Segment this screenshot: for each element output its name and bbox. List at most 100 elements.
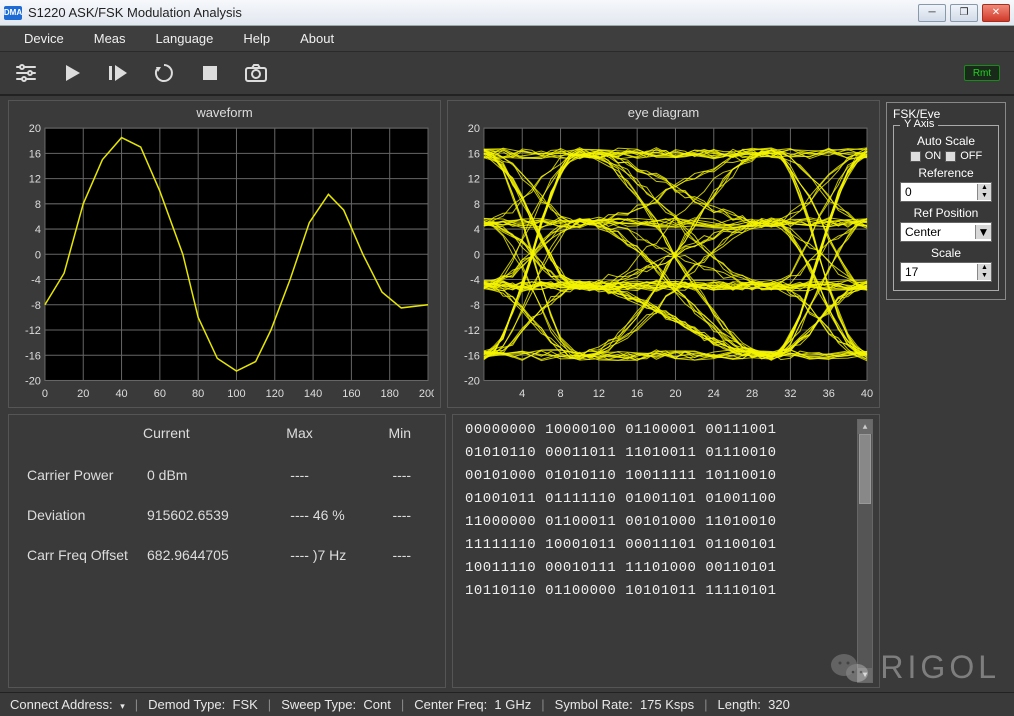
waveform-panel: waveform 020406080100120140160180200-20-… (8, 100, 441, 408)
stats-panel: Current Max Min Carrier Power 0 dBm ----… (8, 414, 446, 688)
status-center-value: 1 GHz (494, 697, 531, 712)
toolbar: Rmt (0, 52, 1014, 96)
svg-text:32: 32 (784, 388, 796, 400)
stats-row-label: Carr Freq Offset (23, 535, 143, 575)
bits-panel: 00000000 10000100 01100001 00111001 0101… (452, 414, 880, 688)
svg-text:-12: -12 (464, 325, 480, 337)
bits-content: 00000000 10000100 01100001 00111001 0101… (465, 419, 853, 683)
status-center-label: Center Freq: (414, 697, 487, 712)
reference-label: Reference (900, 166, 992, 180)
bits-scrollbar[interactable]: ▲ ▼ (857, 419, 873, 683)
settings-icon[interactable] (14, 61, 38, 85)
refpos-label: Ref Position (900, 206, 992, 220)
stop-icon[interactable] (198, 61, 222, 85)
svg-text:12: 12 (468, 174, 480, 186)
spin-up-icon[interactable]: ▲ (977, 264, 991, 272)
menubar: Device Meas Language Help About (0, 26, 1014, 52)
status-connect-label: Connect Address: (10, 697, 113, 712)
stats-cell: ---- (388, 535, 431, 575)
svg-text:20: 20 (468, 124, 480, 135)
step-icon[interactable] (106, 61, 130, 85)
status-demod-value: FSK (233, 697, 258, 712)
reference-input[interactable]: 0 ▲▼ (900, 182, 992, 202)
menu-language[interactable]: Language (142, 28, 228, 49)
svg-text:4: 4 (35, 224, 41, 236)
svg-text:160: 160 (342, 388, 360, 400)
svg-text:80: 80 (192, 388, 204, 400)
svg-text:20: 20 (77, 388, 89, 400)
spin-down-icon[interactable]: ▼ (977, 192, 991, 200)
camera-icon[interactable] (244, 61, 268, 85)
waveform-title: waveform (9, 101, 440, 122)
window-titlebar: DMA S1220 ASK/FSK Modulation Analysis ─ … (0, 0, 1014, 26)
svg-text:24: 24 (708, 388, 720, 400)
svg-text:16: 16 (468, 148, 480, 160)
status-length-label: Length: (718, 697, 761, 712)
stats-row-label: Deviation (23, 495, 143, 535)
chevron-down-icon[interactable]: ▾ (116, 701, 125, 711)
wechat-icon (830, 651, 870, 685)
svg-text:8: 8 (474, 199, 480, 211)
watermark-text: RIGOL (880, 649, 1000, 686)
menu-about[interactable]: About (286, 28, 348, 49)
refpos-value: Center (901, 225, 975, 239)
eye-title: eye diagram (448, 101, 879, 122)
svg-text:40: 40 (861, 388, 873, 400)
eye-chart: 481216202428323640-20-16-12-8-4048121620 (454, 124, 873, 401)
waveform-chart: 020406080100120140160180200-20-16-12-8-4… (15, 124, 434, 401)
yaxis-fieldset: Y Axis Auto Scale ON OFF Reference 0 ▲▼ … (893, 125, 999, 291)
stats-cell: 915602.6539 (143, 495, 286, 535)
status-length-value: 320 (768, 697, 790, 712)
svg-text:0: 0 (474, 249, 480, 261)
stats-header-max: Max (286, 425, 388, 455)
rigol-watermark: RIGOL (830, 649, 1000, 686)
svg-text:-4: -4 (470, 275, 480, 287)
menu-help[interactable]: Help (229, 28, 284, 49)
spin-down-icon[interactable]: ▼ (977, 272, 991, 280)
status-sweep-label: Sweep Type: (281, 697, 356, 712)
chevron-down-icon: ▼ (975, 225, 991, 239)
status-demod-label: Demod Type: (148, 697, 225, 712)
refpos-select[interactable]: Center ▼ (900, 222, 992, 242)
scroll-up-icon[interactable]: ▲ (858, 420, 872, 434)
svg-text:-16: -16 (25, 350, 41, 362)
statusbar: Connect Address: ▾ | Demod Type: FSK | S… (0, 692, 1014, 716)
autoscale-label: Auto Scale (900, 134, 992, 148)
svg-text:-20: -20 (464, 375, 480, 387)
autoscale-off-radio[interactable] (945, 151, 956, 162)
scale-label: Scale (900, 246, 992, 260)
yaxis-legend: Y Axis (900, 118, 938, 130)
stats-cell: ---- (388, 495, 431, 535)
spin-up-icon[interactable]: ▲ (977, 184, 991, 192)
stats-cell: ---- 46 % (286, 495, 388, 535)
svg-text:4: 4 (519, 388, 525, 400)
off-label: OFF (960, 150, 982, 162)
menu-device[interactable]: Device (10, 28, 78, 49)
svg-text:16: 16 (29, 148, 41, 160)
stats-row-label: Carrier Power (23, 455, 143, 495)
svg-text:-12: -12 (25, 325, 41, 337)
svg-text:4: 4 (474, 224, 480, 236)
status-symrate-label: Symbol Rate: (555, 697, 633, 712)
svg-text:60: 60 (154, 388, 166, 400)
autoscale-on-radio[interactable] (910, 151, 921, 162)
minimize-button[interactable]: ─ (918, 4, 946, 22)
scale-input[interactable]: 17 ▲▼ (900, 262, 992, 282)
play-icon[interactable] (60, 61, 84, 85)
svg-text:-8: -8 (31, 300, 41, 312)
maximize-button[interactable]: ❐ (950, 4, 978, 22)
svg-text:12: 12 (29, 174, 41, 186)
svg-text:-16: -16 (464, 350, 480, 362)
refresh-icon[interactable] (152, 61, 176, 85)
svg-text:0: 0 (35, 249, 41, 261)
menu-meas[interactable]: Meas (80, 28, 140, 49)
status-symrate-value: 175 Ksps (640, 697, 694, 712)
stats-cell: ---- (388, 455, 431, 495)
close-button[interactable]: ✕ (982, 4, 1010, 22)
stats-cell: ---- )7 Hz (286, 535, 388, 575)
svg-text:16: 16 (631, 388, 643, 400)
svg-text:140: 140 (304, 388, 322, 400)
rmt-badge: Rmt (964, 65, 1000, 81)
scroll-thumb[interactable] (859, 434, 871, 504)
stats-cell: ---- (286, 455, 388, 495)
